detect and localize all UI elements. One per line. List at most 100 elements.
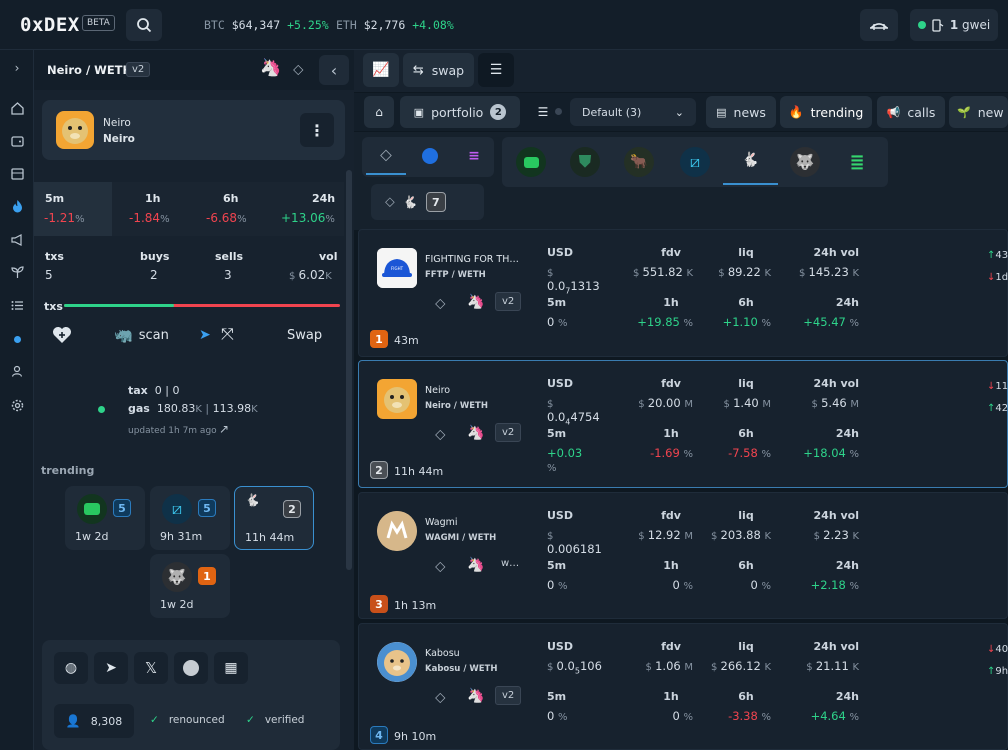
swap-button[interactable]: Swap xyxy=(287,328,322,343)
stack-token-icon[interactable]: ≣ xyxy=(842,147,872,177)
app-logo[interactable]: 0xDEX xyxy=(20,14,80,36)
status-dot xyxy=(917,21,926,29)
ethereum-icon: ⬦ xyxy=(435,557,446,575)
expand-icon[interactable]: ⤧ xyxy=(221,324,234,344)
status-dot xyxy=(98,406,105,413)
token-age: 11h 44m xyxy=(394,465,444,478)
beta-badge: BETA xyxy=(82,15,115,31)
version-badge: v2 xyxy=(495,292,522,311)
rank-badge: 3 xyxy=(370,595,388,613)
check-icon: ✓ xyxy=(246,714,255,726)
megaphone-icon[interactable] xyxy=(9,232,25,248)
rabbit-coin-icon: 🐇 xyxy=(245,493,260,507)
qr-button[interactable]: ▦ xyxy=(214,652,248,684)
list-icon[interactable] xyxy=(9,297,25,313)
ethereum-chain-tab[interactable]: ⬦ xyxy=(366,137,406,175)
trend-card[interactable]: ⧄ 5 9h 31m xyxy=(150,486,230,550)
tab-new[interactable]: 🌱 new xyxy=(949,96,1008,128)
timeframe-5m[interactable]: 5m -1.21% xyxy=(34,182,112,236)
gear-icon[interactable] xyxy=(9,397,25,413)
trend-card[interactable]: 5 1w 2d xyxy=(65,486,145,550)
portfolio-count-badge: 2 xyxy=(490,104,507,120)
gas-indicator[interactable]: 1 gwei xyxy=(910,9,998,41)
trend-card[interactable]: 🐺 1 1w 2d xyxy=(150,554,230,618)
bridge-button[interactable] xyxy=(860,9,898,41)
flame-icon: 🔥 xyxy=(788,105,804,119)
fuel-icon xyxy=(932,18,944,32)
renounced-status: ✓ renounced xyxy=(150,714,225,726)
token-row[interactable]: Wagmi WAGMI / WETH ⬦ 🦄 w… 3 1h 13m USD $ … xyxy=(358,492,1008,619)
timeframe-1h[interactable]: 1h -1.84% xyxy=(112,182,190,236)
ethereum-icon: ⬦ xyxy=(435,688,446,706)
tab-trending[interactable]: 🔥 trending xyxy=(780,96,872,128)
version-badge: v2 xyxy=(495,423,522,442)
change-24h-cell: 24h +45.47 % xyxy=(803,296,859,329)
token-name: Kabosu xyxy=(425,648,460,659)
sprout-icon[interactable] xyxy=(9,264,25,280)
more-button[interactable]: ⋮ xyxy=(300,113,334,147)
website-button[interactable]: ◍ xyxy=(54,652,88,684)
token-card: Neiro Neiro ⋮ xyxy=(42,100,345,160)
flame-icon[interactable] xyxy=(9,198,25,214)
token-row[interactable]: FIGHT FIGHTING FOR TH… FFTP / WETH ⬦ 🦄 v… xyxy=(358,229,1008,357)
ethereum-icon[interactable]: ⬦ xyxy=(293,60,304,78)
token-pair: Kabosu / WETH xyxy=(425,664,498,674)
trend-card[interactable]: 🐇 2 11h 44m xyxy=(234,486,314,550)
buy-sell-bar xyxy=(64,304,340,307)
x-button[interactable]: 𝕏 xyxy=(134,652,168,684)
change-24h-cell: 24h +2.18 % xyxy=(810,559,859,592)
tab-bar: ⌂ ▣ portfolio 2 ☰ Default (3) ⌄ ▤ news 🔥… xyxy=(354,93,1008,131)
token-row[interactable]: Kabosu Kabosu / WETH ⬦ 🦄 v2 4 9h 10m USD… xyxy=(358,623,1008,750)
base-chain-tab[interactable] xyxy=(410,137,450,175)
expand-chevron-icon[interactable]: › xyxy=(9,60,25,76)
liq-cell: liq $ 203.88 K xyxy=(710,509,771,542)
dot-icon[interactable] xyxy=(9,331,25,347)
selected-chain-count[interactable]: ⬦ 🐇 7 xyxy=(371,184,484,220)
change-1h-cell: 1h 0 % xyxy=(663,559,693,592)
token-row[interactable]: Neiro Neiro / WETH ⬦ 🦄 v2 2 11h 44m USD $… xyxy=(358,360,1008,488)
token-avatar xyxy=(377,642,417,682)
telegram-icon[interactable]: ➤ xyxy=(199,327,211,343)
home-tab[interactable]: ⌂ xyxy=(364,96,394,128)
home-icon[interactable] xyxy=(9,100,25,116)
robot-token-icon[interactable] xyxy=(516,147,546,177)
chart-view-button[interactable]: 📈 xyxy=(363,53,399,87)
holders-count[interactable]: 👤 8,308 xyxy=(54,704,134,738)
stripe-token-icon[interactable]: ⧄ xyxy=(680,147,710,177)
verified-status: ✓ verified xyxy=(246,714,305,726)
x-icon: 𝕏 xyxy=(144,659,158,677)
tab-calls[interactable]: 📢 calls xyxy=(877,96,945,128)
kebab-icon: ⋮ xyxy=(309,120,325,140)
timeframe-6h[interactable]: 6h -6.68% xyxy=(190,182,268,236)
swap-view-button[interactable]: ⇆ swap xyxy=(403,53,474,87)
uniswap-icon: 🦄 xyxy=(467,425,485,441)
external-link-icon[interactable]: ↗ xyxy=(219,422,229,436)
uniswap-icon[interactable]: 🦄 xyxy=(260,58,281,78)
explorer-button[interactable] xyxy=(174,652,208,684)
tab-news[interactable]: ▤ news xyxy=(706,96,776,128)
telegram-button[interactable]: ➤ xyxy=(94,652,128,684)
collapse-button[interactable]: ‹ xyxy=(319,55,349,85)
side-stat-down: ↑9h xyxy=(987,666,1008,677)
bull-token-icon[interactable]: 🐂 xyxy=(624,147,654,177)
token-name: Neiro xyxy=(103,117,131,129)
panel-scrollbar[interactable] xyxy=(346,170,352,570)
user-icon[interactable] xyxy=(9,363,25,379)
wallet-icon[interactable] xyxy=(9,133,25,149)
list-view-button[interactable]: ☰ xyxy=(478,53,514,87)
trend-time: 1w 2d xyxy=(160,598,194,611)
shield-token-icon[interactable]: ⛊ xyxy=(570,147,600,177)
fdv-cell: fdv $ 1.06 M xyxy=(645,640,693,673)
token-age: 43m xyxy=(394,334,419,347)
favorite-heart-icon[interactable] xyxy=(52,326,72,347)
rabbit-token-tab[interactable]: 🐇 xyxy=(723,137,778,185)
search-button[interactable] xyxy=(126,9,162,41)
solana-chain-tab[interactable]: ≡ xyxy=(454,137,494,175)
trend-line-icon: 📈 xyxy=(372,62,390,78)
calculator-icon[interactable] xyxy=(9,166,25,182)
wolf-token-icon[interactable]: 🐺 xyxy=(790,147,820,177)
scan-button[interactable]: 🦏 scan xyxy=(114,326,169,344)
watchlist-select[interactable]: Default (3) ⌄ xyxy=(570,98,696,126)
tab-portfolio[interactable]: ▣ portfolio 2 xyxy=(400,96,520,128)
timeframe-24h[interactable]: 24h +13.06% xyxy=(268,182,344,236)
